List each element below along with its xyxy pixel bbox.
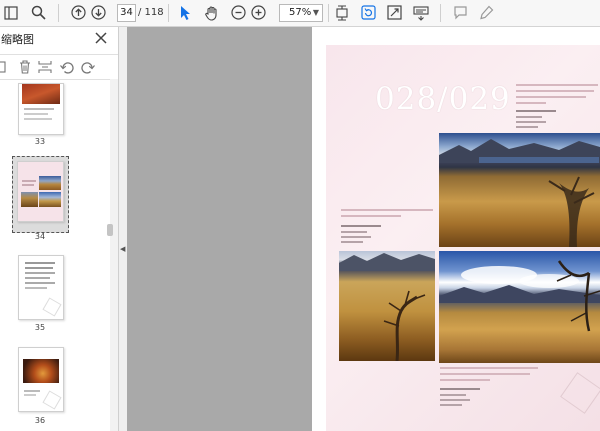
comment-icon[interactable]	[452, 3, 468, 22]
thumbnail-panel-icon[interactable]	[3, 3, 19, 22]
delete-page-icon[interactable]	[17, 59, 33, 75]
chevron-down-icon: ▼	[312, 8, 319, 17]
zoom-out-button[interactable]	[230, 3, 246, 22]
thumbnail-text-line	[25, 267, 53, 269]
thumbnail-options-icon[interactable]	[0, 59, 6, 75]
thumbnail-text-line	[25, 287, 47, 289]
zoom-in-button[interactable]	[250, 3, 266, 22]
thumbnail-scrollbar[interactable]	[110, 79, 118, 431]
thumbnail-photo	[21, 192, 38, 207]
chevron-left-icon: ◀	[120, 245, 126, 253]
main-toolbar: 34 / 118 57% ▼	[0, 0, 600, 27]
toolbar-separator	[328, 4, 329, 22]
thumbnail-label: 33	[34, 137, 46, 146]
thumbnail-text-line	[24, 118, 52, 120]
spread-page-numbers: 028/029	[375, 81, 511, 117]
zoom-level-value: 57%	[289, 7, 312, 18]
thumbnail-text-line	[22, 180, 36, 182]
thumbnail-label: 35	[34, 323, 46, 332]
thumbnail-text-line	[25, 262, 55, 264]
rotate-left-icon[interactable]	[59, 59, 75, 75]
rotate-view-icon[interactable]	[360, 3, 376, 22]
landscape-photo	[439, 251, 600, 363]
hand-tool-icon[interactable]	[203, 3, 221, 22]
highlight-pen-icon[interactable]	[478, 3, 494, 22]
thumbnail-text-line	[24, 108, 54, 110]
thumbnail-photo	[23, 359, 59, 383]
fit-page-icon[interactable]	[334, 3, 350, 22]
landscape-photo	[339, 251, 435, 361]
thumbnail-photo	[22, 84, 60, 104]
select-tool-icon[interactable]	[177, 3, 193, 22]
page-number-input[interactable]: 34	[117, 4, 136, 22]
toolbar-separator	[168, 4, 169, 22]
thumbnail-text-line	[25, 277, 50, 279]
page-total: / 118	[138, 7, 164, 18]
thumbnail-text-line	[25, 272, 55, 274]
landscape-photo	[439, 133, 600, 247]
thumbnail-text-line	[22, 184, 34, 186]
toolbar-separator	[440, 4, 441, 22]
panel-title: 缩略图	[1, 33, 34, 46]
thumbnail-photo	[39, 192, 61, 207]
next-page-button[interactable]	[90, 3, 106, 22]
full-screen-icon[interactable]	[386, 3, 402, 22]
thumbnail-toolbar	[0, 54, 118, 80]
thumbnail-text-line	[25, 282, 55, 284]
thumbnail-text-line	[24, 394, 36, 396]
thumbnail-page-35[interactable]	[18, 255, 64, 320]
thumbnail-label: 34	[34, 232, 46, 241]
scrollbar-thumb[interactable]	[107, 224, 113, 236]
read-mode-icon[interactable]	[412, 3, 430, 22]
close-icon[interactable]	[94, 30, 108, 44]
thumbnail-page-36[interactable]	[18, 347, 64, 412]
zoom-level-select[interactable]: 57% ▼	[279, 4, 323, 22]
panel-collapse-handle[interactable]: ◀	[119, 27, 127, 431]
thumbnail-photo	[39, 176, 61, 190]
previous-page-button[interactable]	[70, 3, 86, 22]
thumbnail-graphic	[42, 297, 62, 317]
thumbnail-page-33[interactable]	[18, 83, 64, 135]
toolbar-separator	[58, 4, 59, 22]
thumbnail-graphic	[42, 390, 62, 410]
thumbnail-label: 36	[34, 416, 46, 425]
thumbnail-text-line	[24, 113, 48, 115]
insert-page-icon[interactable]	[37, 59, 53, 75]
rotate-right-icon[interactable]	[80, 59, 96, 75]
search-icon[interactable]	[30, 3, 46, 22]
thumbnail-text-line	[24, 390, 40, 392]
thumbnail-page-34[interactable]	[17, 161, 64, 222]
